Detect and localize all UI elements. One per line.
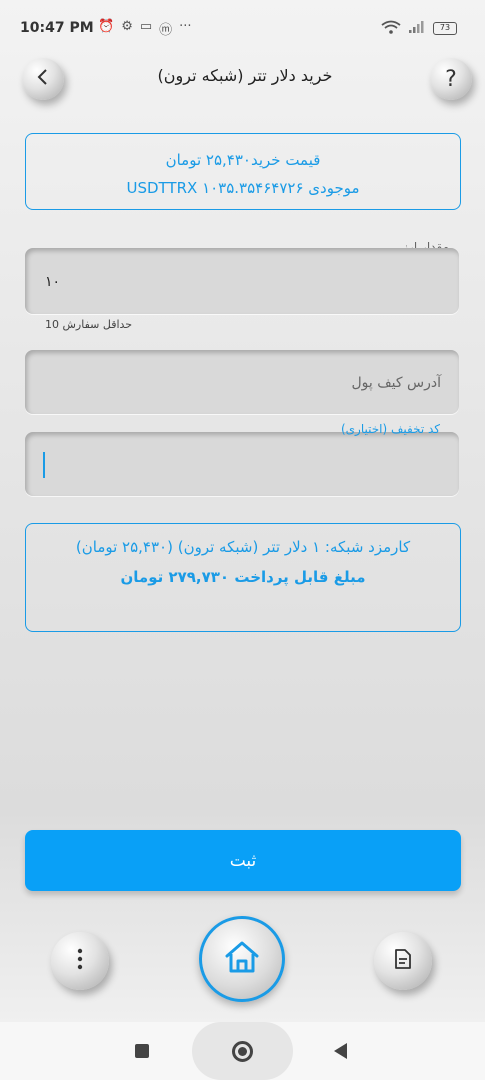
signal-icon (407, 20, 427, 37)
payable-amount-text: مبلغ قابل پرداخت ۲۷۹,۷۳۰ تومان (120, 568, 366, 586)
balance-text: موجودی USDTTRX ۱۰۳۵.۳۵۴۶۴۷۲۶ (126, 179, 360, 197)
orders-button[interactable] (374, 932, 432, 990)
battery-icon: 73 (433, 22, 457, 35)
help-icon: ? (445, 66, 457, 92)
amount-value: ۱۰ (45, 274, 61, 290)
laptop-icon: ▭ (139, 19, 153, 34)
document-icon (394, 948, 412, 974)
system-home-icon[interactable] (232, 1041, 253, 1062)
help-button[interactable]: ? (430, 58, 472, 100)
page-title: خرید دلار تتر (شبکه ترون) (157, 66, 333, 85)
more-vertical-icon (77, 948, 83, 975)
buy-price-text: قیمت خرید۲۵,۴۳۰ تومان (165, 151, 321, 169)
alarm-icon: ⏰ (98, 19, 115, 34)
menu-button[interactable] (51, 932, 109, 990)
system-nav-bar (0, 1022, 485, 1080)
status-bar: 10:47 PM ⏰ ⚙ ▭ ⓜ ··· 73 (0, 0, 485, 58)
system-back-icon[interactable] (334, 1043, 347, 1059)
wallet-address-placeholder: آدرس کیف پول (351, 375, 441, 391)
network-fee-text: کارمزد شبکه: ۱ دلار تتر (شبکه ترون) (۲۵,… (75, 538, 411, 556)
app-icon: ⓜ (159, 23, 173, 38)
recents-icon[interactable] (135, 1044, 149, 1058)
home-icon (223, 939, 261, 979)
price-info-box: قیمت خرید۲۵,۴۳۰ تومان موجودی USDTTRX ۱۰۳… (25, 133, 461, 210)
settings-icon: ⚙ (121, 19, 133, 34)
text-cursor (43, 452, 45, 478)
amount-input[interactable] (25, 248, 459, 314)
status-time: 10:47 PM (20, 20, 94, 36)
discount-code-label: کد تخفیف (اختیاری) (340, 422, 440, 436)
wifi-icon (381, 20, 401, 37)
more-notifications-icon: ··· (179, 19, 192, 34)
chevron-left-icon (36, 67, 50, 92)
status-notification-icons: ⏰ ⚙ ▭ ⓜ ··· (98, 19, 192, 38)
back-button[interactable] (22, 58, 64, 100)
home-button[interactable] (199, 916, 285, 1002)
discount-code-input[interactable] (25, 432, 459, 496)
min-order-hint: حداقل سفارش 10 (45, 318, 133, 331)
submit-button[interactable]: ثبت (25, 830, 461, 891)
status-system-icons: 73 (381, 20, 457, 37)
fee-info-box: کارمزد شبکه: ۱ دلار تتر (شبکه ترون) (۲۵,… (25, 523, 461, 632)
